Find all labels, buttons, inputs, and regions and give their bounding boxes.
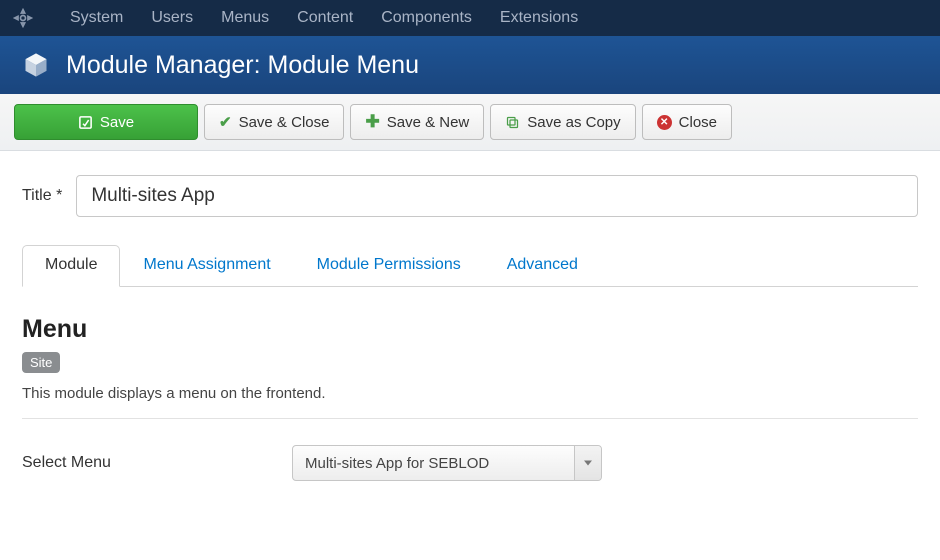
top-nav-bar: System Users Menus Content Components Ex… [0,0,940,36]
content-area: Title * Module Menu Assignment Module Pe… [0,151,940,481]
module-cube-icon [22,51,50,79]
action-toolbar: Save ✔ Save & Close ✚ Save & New Save as… [0,94,940,151]
section-divider [22,418,918,419]
nav-item-system[interactable]: System [56,0,137,36]
close-button[interactable]: ✕ Close [642,104,732,140]
tab-module-permissions[interactable]: Module Permissions [294,245,484,287]
close-icon: ✕ [657,115,672,130]
save-close-button[interactable]: ✔ Save & Close [204,104,344,140]
close-label: Close [679,114,717,131]
nav-item-menus[interactable]: Menus [207,0,283,36]
nav-item-components[interactable]: Components [367,0,486,36]
select-menu-dropdown[interactable]: Multi-sites App for SEBLOD [292,445,602,481]
save-new-button[interactable]: ✚ Save & New [350,104,484,140]
joomla-logo-icon[interactable] [10,5,36,31]
pencil-square-icon [78,115,93,130]
tab-menu-assignment[interactable]: Menu Assignment [120,245,293,287]
module-section-heading: Menu [22,315,918,344]
nav-item-users[interactable]: Users [137,0,207,36]
copy-icon [505,115,520,130]
page-title-bar: Module Manager: Module Menu [0,36,940,94]
title-field-row: Title * [22,175,918,217]
save-copy-label: Save as Copy [527,114,620,131]
tab-module[interactable]: Module [22,245,120,287]
tabs-bar: Module Menu Assignment Module Permission… [22,245,918,287]
plus-icon: ✚ [365,112,379,132]
save-button-label: Save [100,114,134,131]
select-menu-label: Select Menu [22,454,262,472]
save-copy-button[interactable]: Save as Copy [490,104,635,140]
nav-item-content[interactable]: Content [283,0,367,36]
tab-advanced[interactable]: Advanced [484,245,601,287]
title-input[interactable] [76,175,918,217]
check-icon: ✔ [219,113,232,131]
site-badge: Site [22,352,60,373]
save-button[interactable]: Save [14,104,198,140]
chevron-down-icon [584,461,592,466]
save-new-label: Save & New [387,114,470,131]
module-description: This module displays a menu on the front… [22,385,918,402]
page-title: Module Manager: Module Menu [66,51,419,80]
save-close-label: Save & Close [239,114,330,131]
select-menu-row: Select Menu Multi-sites App for SEBLOD [22,445,918,481]
nav-item-extensions[interactable]: Extensions [486,0,592,36]
title-label: Title * [22,187,62,205]
select-menu-value: Multi-sites App for SEBLOD [305,455,489,472]
